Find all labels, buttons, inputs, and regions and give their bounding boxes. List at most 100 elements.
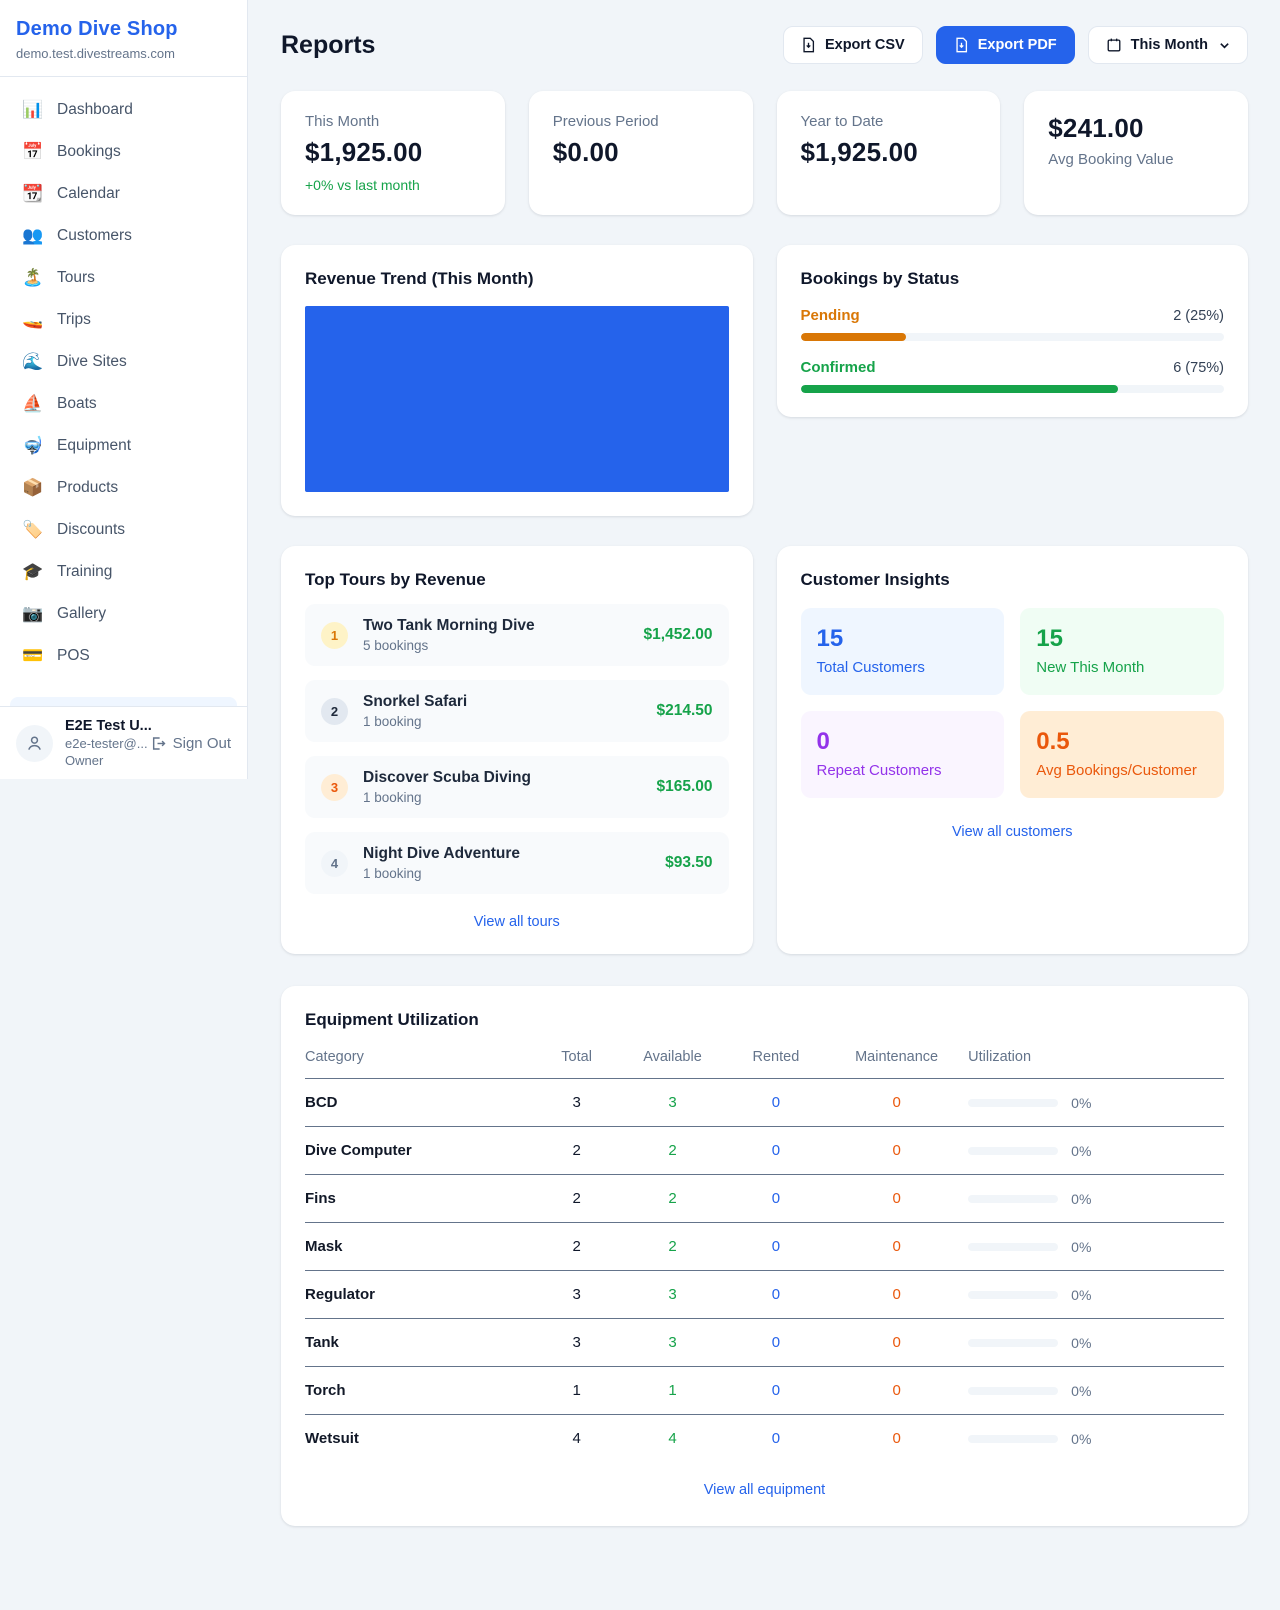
sidebar-item-label: Gallery (57, 603, 106, 624)
tour-bookings: 1 booking (363, 714, 641, 729)
table-row: Mask 2 2 0 0 0% (305, 1223, 1224, 1271)
stat-cards: This Month $1,925.00 +0% vs last month P… (281, 91, 1248, 215)
export-csv-button[interactable]: Export CSV (783, 26, 923, 64)
export-csv-label: Export CSV (825, 37, 905, 53)
cell-utilization: 0% (968, 1319, 1224, 1367)
view-all-equipment-link[interactable]: View all equipment (305, 1482, 1224, 1498)
cell-maintenance: 0 (825, 1223, 968, 1271)
cell-utilization: 0% (968, 1175, 1224, 1223)
period-label: This Month (1131, 37, 1208, 53)
insight-value: 0.5 (1036, 728, 1208, 756)
cell-rented: 0 (727, 1319, 825, 1367)
sidebar-item-pos[interactable]: 💳 POS (10, 635, 237, 676)
sidebar-item-label: Trips (57, 309, 91, 330)
status-bar-track (801, 333, 1225, 341)
sidebar-item-label: Dive Sites (57, 351, 127, 372)
cell-total: 2 (535, 1175, 618, 1223)
cell-category: Tank (305, 1319, 535, 1367)
brand-domain: demo.test.divestreams.com (16, 46, 231, 61)
table-row: Tank 3 3 0 0 0% (305, 1319, 1224, 1367)
page-header: Reports Export CSV Export PDF (281, 26, 1248, 64)
tour-list-item: 1 Two Tank Morning Dive 5 bookings $1,45… (305, 604, 729, 666)
utilization-percent: 0% (1071, 1383, 1091, 1399)
sidebar-item-label: Calendar (57, 183, 120, 204)
table-row: Fins 2 2 0 0 0% (305, 1175, 1224, 1223)
cell-category: Torch (305, 1367, 535, 1415)
insight-label: Avg Bookings/Customer (1036, 762, 1208, 779)
rank-badge: 4 (321, 850, 348, 877)
column-header-rented: Rented (727, 1049, 825, 1079)
rank-badge: 2 (321, 698, 348, 725)
table-row: Dive Computer 2 2 0 0 0% (305, 1127, 1224, 1175)
stat-card-year-to-date: Year to Date $1,925.00 (777, 91, 1001, 215)
cell-utilization: 0% (968, 1367, 1224, 1415)
utilization-bar-track (968, 1243, 1058, 1251)
table-row: Regulator 3 3 0 0 0% (305, 1271, 1224, 1319)
sidebar-item-dive-sites[interactable]: 🌊 Dive Sites (10, 341, 237, 382)
export-pdf-button[interactable]: Export PDF (936, 26, 1075, 64)
customer-insights-title: Customer Insights (801, 570, 1225, 590)
sidebar-item-discounts[interactable]: 🏷️ Discounts (10, 509, 237, 550)
revenue-trend-title: Revenue Trend (This Month) (305, 269, 729, 289)
sidebar-item-label: Dashboard (57, 99, 133, 120)
cell-maintenance: 0 (825, 1127, 968, 1175)
sidebar-item-calendar[interactable]: 📆 Calendar (10, 173, 237, 214)
tour-revenue: $214.50 (656, 702, 712, 720)
tour-info: Discover Scuba Diving 1 booking (363, 769, 641, 805)
sidebar-item-products[interactable]: 📦 Products (10, 467, 237, 508)
revenue-trend-card: Revenue Trend (This Month) (281, 245, 753, 516)
tour-bookings: 1 booking (363, 866, 650, 881)
stat-value: $0.00 (553, 137, 729, 168)
sidebar-item-dashboard[interactable]: 📊 Dashboard (10, 89, 237, 130)
utilization-bar-track (968, 1291, 1058, 1299)
cell-rented: 0 (727, 1367, 825, 1415)
cell-category: Regulator (305, 1271, 535, 1319)
cell-utilization: 0% (968, 1415, 1224, 1463)
utilization-bar-track (968, 1435, 1058, 1443)
camera-icon: 📷 (22, 604, 44, 624)
status-bar-fill (801, 333, 907, 341)
sidebar-item-gallery[interactable]: 📷 Gallery (10, 593, 237, 634)
sidebar-item-boats[interactable]: ⛵ Boats (10, 383, 237, 424)
view-all-tours-link[interactable]: View all tours (305, 914, 729, 930)
tour-bookings: 1 booking (363, 790, 641, 805)
cell-category: Mask (305, 1223, 535, 1271)
stat-value: $241.00 (1048, 113, 1224, 144)
status-bar-fill (801, 385, 1119, 393)
sidebar-item-customers[interactable]: 👥 Customers (10, 215, 237, 256)
column-header-utilization: Utilization (968, 1049, 1224, 1079)
cell-rented: 0 (727, 1415, 825, 1463)
column-header-maintenance: Maintenance (825, 1049, 968, 1079)
sidebar-item-tours[interactable]: 🏝️ Tours (10, 257, 237, 298)
sign-out-button[interactable]: Sign Out (149, 735, 231, 752)
insight-value: 0 (817, 728, 989, 756)
tour-list-item: 3 Discover Scuba Diving 1 booking $165.0… (305, 756, 729, 818)
sidebar-item-bookings[interactable]: 📅 Bookings (10, 131, 237, 172)
equipment-utilization-card: Equipment Utilization Category Total Ava… (281, 986, 1248, 1526)
tour-name: Night Dive Adventure (363, 845, 650, 863)
sidebar-nav: 📊 Dashboard 📅 Bookings 📆 Calendar 👥 Cust… (0, 77, 247, 706)
stat-card-this-month: This Month $1,925.00 +0% vs last month (281, 91, 505, 215)
view-all-customers-link[interactable]: View all customers (801, 824, 1225, 840)
cell-available: 3 (618, 1271, 726, 1319)
sidebar-item-reports-partial[interactable] (10, 697, 237, 706)
sidebar-item-training[interactable]: 🎓 Training (10, 551, 237, 592)
export-pdf-label: Export PDF (978, 37, 1057, 53)
utilization-percent: 0% (1071, 1287, 1091, 1303)
insight-value: 15 (817, 625, 989, 653)
insight-value: 15 (1036, 625, 1208, 653)
bookings-by-status-title: Bookings by Status (801, 269, 1225, 289)
insight-total-customers: 15 Total Customers (801, 608, 1005, 695)
cell-total: 3 (535, 1319, 618, 1367)
sidebar-item-equipment[interactable]: 🤿 Equipment (10, 425, 237, 466)
table-row: Wetsuit 4 4 0 0 0% (305, 1415, 1224, 1463)
period-dropdown[interactable]: This Month (1088, 26, 1248, 64)
cell-rented: 0 (727, 1127, 825, 1175)
calendar-icon (1106, 37, 1122, 53)
tour-revenue: $93.50 (665, 854, 712, 872)
sidebar-item-trips[interactable]: 🚤 Trips (10, 299, 237, 340)
insight-label: New This Month (1036, 659, 1208, 676)
sidebar-item-label: Training (57, 561, 112, 582)
file-download-icon (954, 37, 969, 53)
brand-block[interactable]: Demo Dive Shop demo.test.divestreams.com (0, 0, 247, 77)
